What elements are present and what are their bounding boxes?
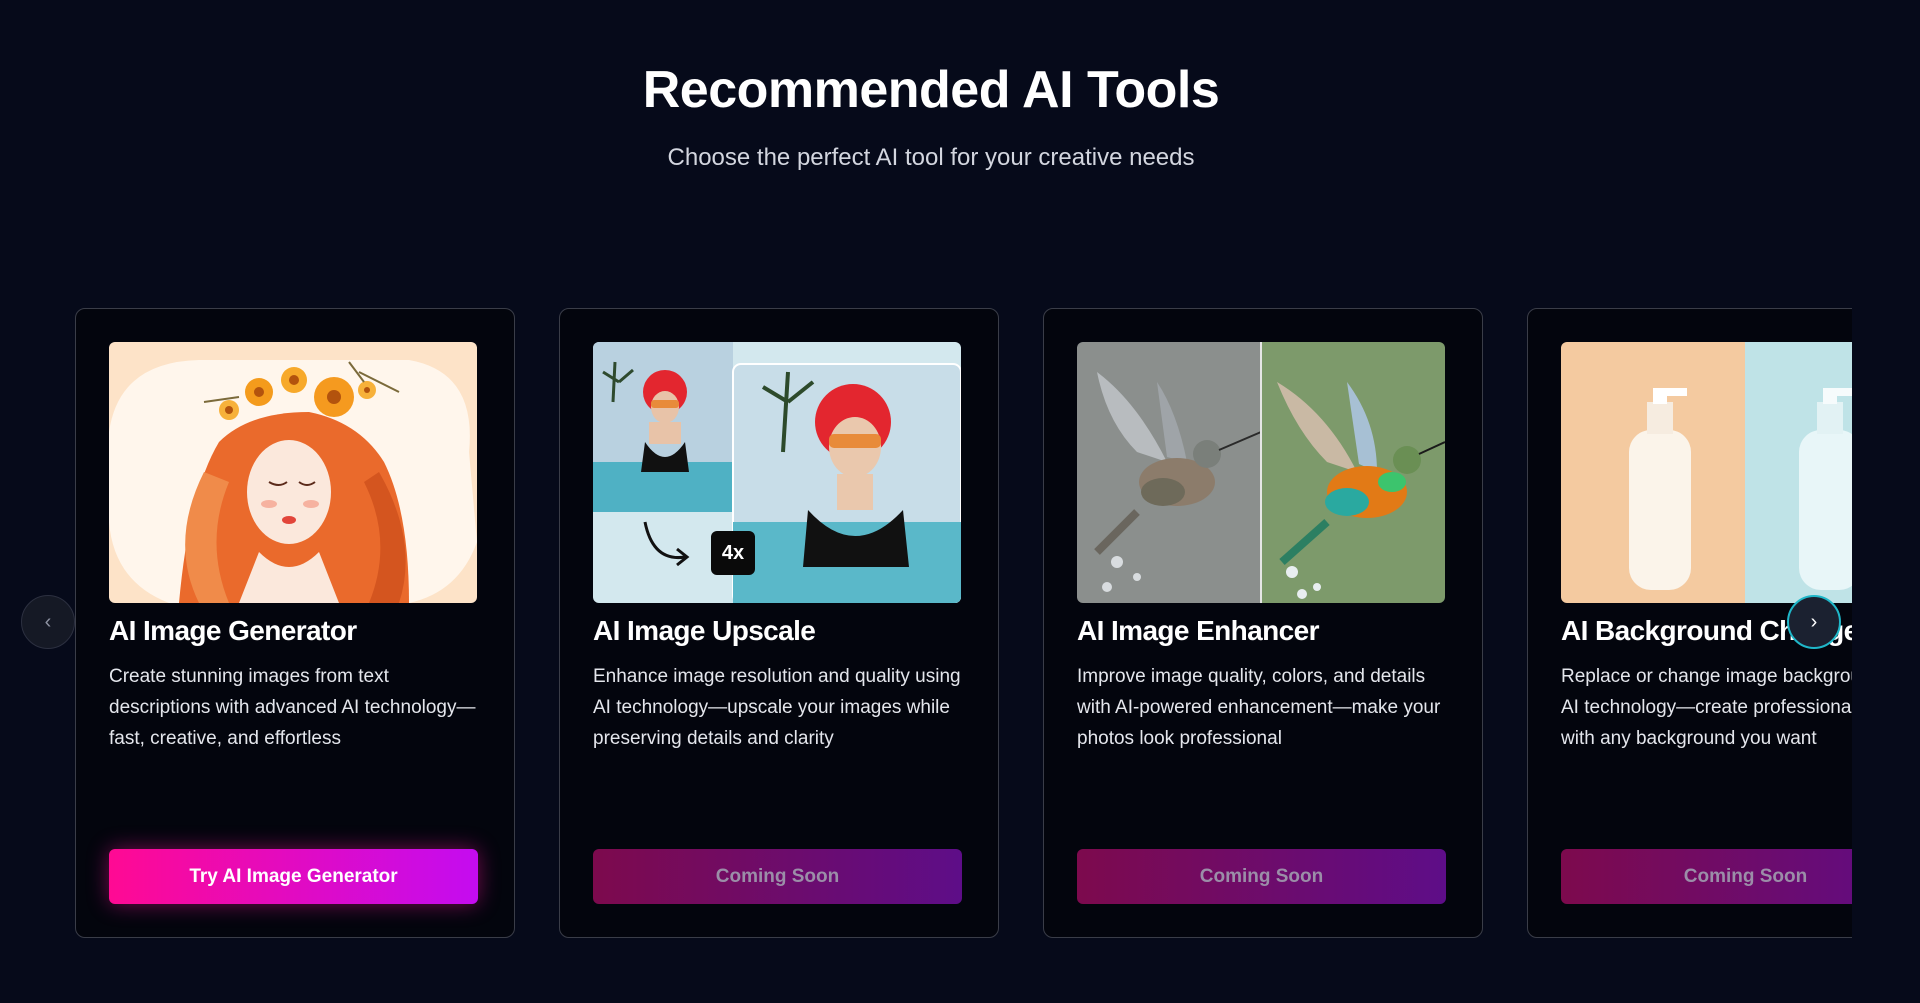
chevron-right-icon: › <box>1810 611 1818 633</box>
tool-card-image-enhancer: AI Image Enhancer Improve image quality,… <box>1043 308 1483 938</box>
card-image <box>109 342 477 603</box>
card-image <box>1561 342 1852 603</box>
card-description: Replace or change image background with … <box>1561 666 1852 749</box>
card-title: AI Image Enhancer <box>1077 615 1319 646</box>
coming-soon-button[interactable]: Coming Soon <box>1561 849 1852 904</box>
card-description: Improve image quality, colors, and detai… <box>1077 666 1441 749</box>
page-subtitle: Choose the perfect AI tool for your crea… <box>667 144 1195 171</box>
coming-soon-button[interactable]: Coming Soon <box>1077 849 1446 904</box>
coming-soon-button[interactable]: Coming Soon <box>593 849 962 904</box>
card-description: Enhance image resolution and quality usi… <box>593 666 961 749</box>
carousel-track: AI Image Generator Create stunning image… <box>75 308 1852 938</box>
chevron-left-icon: ‹ <box>44 611 52 633</box>
try-ai-image-generator-button[interactable]: Try AI Image Generator <box>109 849 478 904</box>
page-title: Recommended AI Tools <box>642 61 1220 119</box>
card-image: 4x <box>593 342 961 603</box>
tools-carousel: AI Image Generator Create stunning image… <box>75 308 1852 938</box>
card-description: Create stunning images from text descrip… <box>109 666 476 749</box>
carousel-prev-button[interactable]: ‹ <box>21 595 75 649</box>
card-image <box>1077 342 1445 603</box>
tool-card-image-generator: AI Image Generator Create stunning image… <box>75 308 515 938</box>
card-title: AI Image Generator <box>109 615 357 646</box>
tool-card-image-upscale: 4x AI Image Upscale Enhance image resolu… <box>559 308 999 938</box>
upscale-badge: 4x <box>721 542 745 564</box>
card-title: AI Image Upscale <box>593 615 816 646</box>
carousel-next-button[interactable]: › <box>1787 595 1841 649</box>
